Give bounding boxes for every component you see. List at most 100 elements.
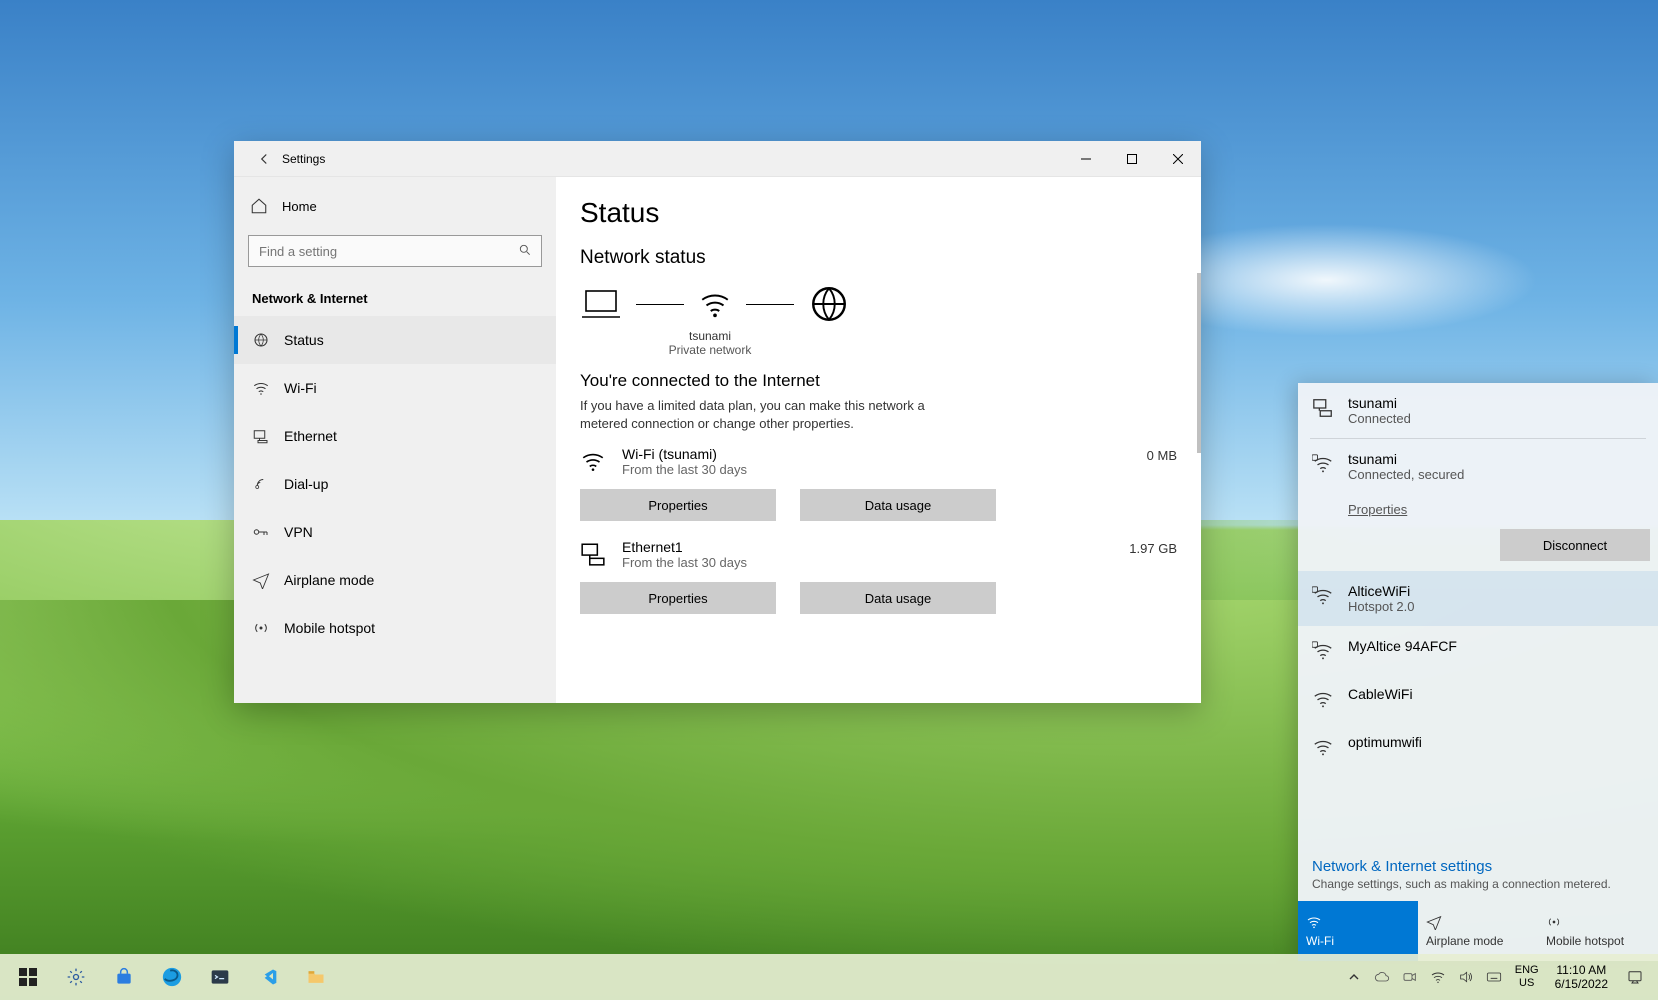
flyout-settings-link[interactable]: Network & Internet settings: [1298, 848, 1658, 875]
flyout-wifi-item[interactable]: AlticeWiFi Hotspot 2.0: [1298, 571, 1658, 626]
flyout-tiles: Wi-Fi Airplane mode Mobile hotspot: [1298, 901, 1658, 961]
properties-button[interactable]: Properties: [580, 489, 776, 521]
sidebar-section: Network & Internet: [234, 277, 556, 316]
flyout-net-name: tsunami: [1348, 395, 1644, 411]
window-titlebar: Settings: [234, 141, 1201, 177]
tray-network[interactable]: [1425, 954, 1451, 1000]
search-input[interactable]: [248, 235, 542, 267]
nav-label: Mobile hotspot: [284, 620, 375, 636]
network-sub: From the last 30 days: [622, 462, 1093, 477]
flyout-properties-link[interactable]: Properties: [1348, 502, 1658, 517]
network-usage: 1.97 GB: [1107, 539, 1177, 556]
nav-label: Airplane mode: [284, 572, 374, 588]
maximize-button[interactable]: [1109, 141, 1155, 177]
close-icon: [1173, 154, 1183, 164]
taskbar-store[interactable]: [100, 954, 148, 1000]
back-button[interactable]: [246, 150, 282, 168]
tile-wifi[interactable]: Wi-Fi: [1298, 901, 1418, 961]
sidebar-item-status[interactable]: Status: [234, 316, 556, 364]
wifi-secured-icon: [1312, 583, 1334, 607]
flyout-net-name: CableWiFi: [1348, 686, 1644, 702]
wifi-icon: [1430, 969, 1446, 985]
tray-volume[interactable]: [1453, 954, 1479, 1000]
taskbar: ENG US 11:10 AM 6/15/2022: [0, 954, 1658, 1000]
tile-label: Airplane mode: [1426, 934, 1530, 948]
ethernet-icon: [252, 427, 270, 445]
gear-icon: [66, 967, 86, 987]
nav-label: Wi-Fi: [284, 380, 317, 396]
windows-icon: [19, 968, 37, 986]
properties-button[interactable]: Properties: [580, 582, 776, 614]
clock-date: 6/15/2022: [1555, 977, 1608, 991]
taskbar-settings[interactable]: [52, 954, 100, 1000]
flyout-net-name: MyAltice 94AFCF: [1348, 638, 1644, 654]
sidebar-item-wifi[interactable]: Wi-Fi: [234, 364, 556, 412]
nav-label: Status: [284, 332, 324, 348]
flyout-current-network[interactable]: tsunami Connected: [1298, 383, 1658, 438]
search-wrap: [234, 225, 556, 277]
flyout-net-status: Connected: [1348, 411, 1644, 426]
sidebar-item-vpn[interactable]: VPN: [234, 508, 556, 556]
network-diagram: [580, 283, 1177, 325]
system-tray: ENG US 11:10 AM 6/15/2022: [1341, 954, 1654, 1000]
flyout-wifi-item[interactable]: MyAltice 94AFCF: [1298, 626, 1658, 674]
data-usage-button[interactable]: Data usage: [800, 489, 996, 521]
flyout-wifi-item[interactable]: optimumwifi: [1298, 722, 1658, 770]
ethernet-icon: [580, 539, 608, 567]
notification-icon: [1626, 968, 1644, 986]
home-icon: [250, 197, 268, 215]
page-heading: Status: [580, 197, 1177, 229]
connected-title: You're connected to the Internet: [580, 371, 1177, 391]
folder-icon: [306, 967, 326, 987]
wifi-icon: [580, 446, 608, 474]
page-subheading: Network status: [580, 247, 1177, 269]
sidebar-item-ethernet[interactable]: Ethernet: [234, 412, 556, 460]
sidebar-item-hotspot[interactable]: Mobile hotspot: [234, 604, 556, 652]
flyout-active-wifi[interactable]: tsunami Connected, secured: [1298, 439, 1658, 494]
data-usage-button[interactable]: Data usage: [800, 582, 996, 614]
tray-meet-now[interactable]: [1397, 954, 1423, 1000]
vpn-icon: [252, 523, 270, 541]
globe-icon: [808, 283, 850, 325]
taskbar-terminal[interactable]: [196, 954, 244, 1000]
arrow-left-icon: [255, 150, 273, 168]
keyboard-icon: [1486, 969, 1502, 985]
scrollbar[interactable]: [1197, 273, 1201, 453]
volume-icon: [1458, 969, 1474, 985]
wifi-secured-icon: [1312, 451, 1334, 475]
network-usage: 0 MB: [1107, 446, 1177, 463]
start-button[interactable]: [4, 954, 52, 1000]
lang-top: ENG: [1515, 964, 1539, 977]
sidebar-item-airplane[interactable]: Airplane mode: [234, 556, 556, 604]
disconnect-button[interactable]: Disconnect: [1500, 529, 1650, 561]
tray-ime[interactable]: [1481, 954, 1507, 1000]
minimize-button[interactable]: [1063, 141, 1109, 177]
taskbar-vscode[interactable]: [244, 954, 292, 1000]
network-row-ethernet: Ethernet1 From the last 30 days 1.97 GB: [580, 539, 1177, 570]
diagram-line: [636, 304, 684, 305]
tile-label: Mobile hotspot: [1546, 934, 1650, 948]
taskbar-explorer[interactable]: [292, 954, 340, 1000]
tray-notifications[interactable]: [1618, 954, 1652, 1000]
tray-overflow[interactable]: [1341, 954, 1367, 1000]
tray-clock[interactable]: 11:10 AM 6/15/2022: [1547, 963, 1616, 992]
tile-hotspot[interactable]: Mobile hotspot: [1538, 901, 1658, 961]
sidebar-item-dialup[interactable]: Dial-up: [234, 460, 556, 508]
network-name: Ethernet1: [622, 539, 1093, 555]
tile-airplane[interactable]: Airplane mode: [1418, 901, 1538, 961]
taskbar-edge[interactable]: [148, 954, 196, 1000]
tray-onedrive[interactable]: [1369, 954, 1395, 1000]
window-title: Settings: [282, 152, 1063, 166]
camera-icon: [1402, 969, 1418, 985]
flyout-wifi-item[interactable]: CableWiFi: [1298, 674, 1658, 722]
tray-language[interactable]: ENG US: [1509, 964, 1545, 989]
nav-label: VPN: [284, 524, 313, 540]
cloud-icon: [1374, 969, 1390, 985]
connected-desc: If you have a limited data plan, you can…: [580, 397, 960, 432]
sidebar-home[interactable]: Home: [234, 187, 556, 225]
airplane-icon: [1426, 914, 1530, 932]
sidebar-nav: Status Wi-Fi Ethernet Dial-up VPN: [234, 316, 556, 652]
close-button[interactable]: [1155, 141, 1201, 177]
nav-label: Dial-up: [284, 476, 328, 492]
hotspot-icon: [1546, 914, 1650, 932]
